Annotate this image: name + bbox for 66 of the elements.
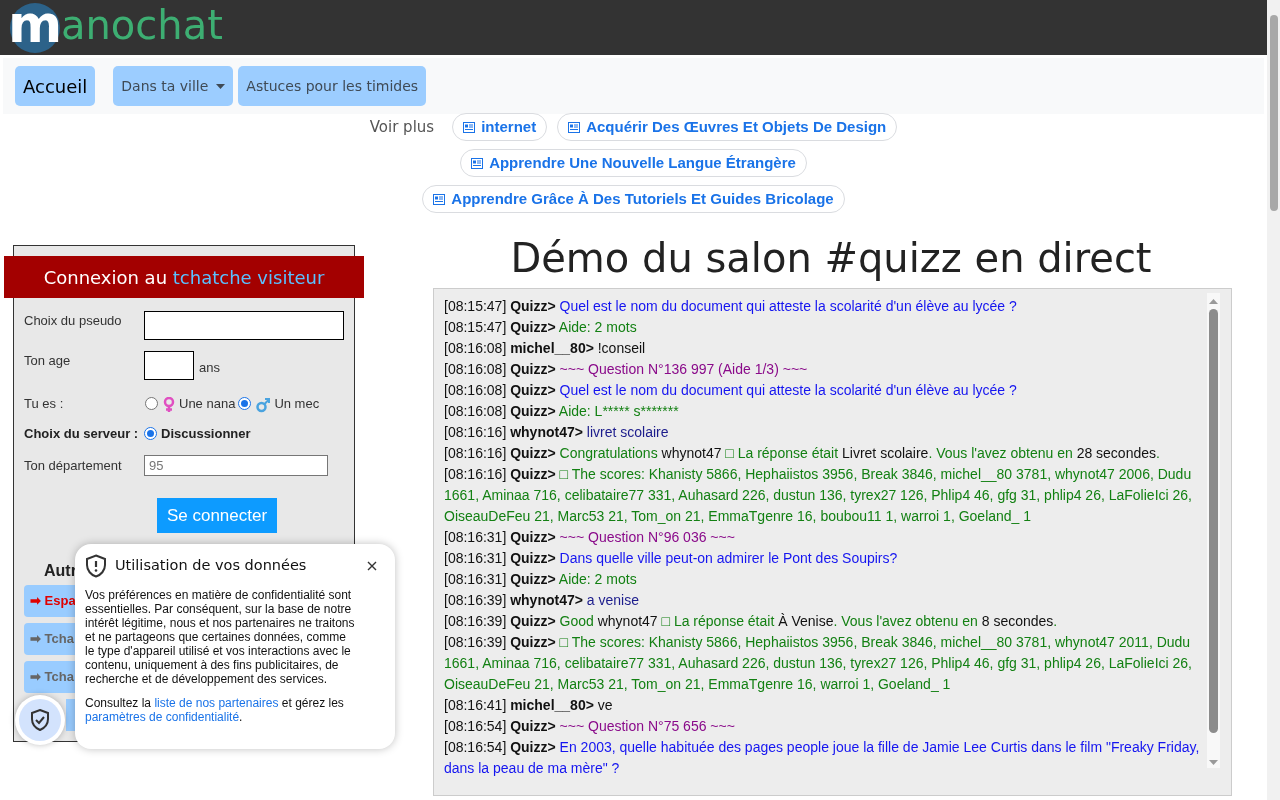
chat-message: [08:16:31] Quizz> Aide: 2 mots <box>444 570 638 589</box>
radio-label: Discussionner <box>161 424 251 443</box>
link-button[interactable]: ➡ Tcha <box>24 661 75 693</box>
chat-message: [08:16:39] whynot47> a venise <box>444 591 640 610</box>
chat-message: [08:16:39] Quizz> □ The scores: Khanisty 5866, Hephaiistos 3956, Break 3846, michel__80 3781, whynot47 2011, Dudu 1661, Aminaa 716, celibataire77 331, Auhasard 226, dustun 136, tyrex27 126, Phlip4 46, gfg 31, phlip4 26, LaFolieIci 26, OiseauDeFeu 21, Marc53 21, Tom_on 21, EmmaTgenre 16, warroi 1, Goeland_ 1 <box>444 633 1193 694</box>
newspaper-icon <box>433 193 446 205</box>
nav-item[interactable]: Dans ta ville <box>113 66 234 106</box>
topic-chip[interactable]: Apprendre Une Nouvelle Langue Étrangère <box>460 149 807 177</box>
chat-message: [08:16:08] Quizz> ~~~ Question N°136 997 (Aide 1/3) ~~~ <box>444 360 809 379</box>
chat-message: [08:16:31] Quizz> ~~~ Question N°96 036 ~~~ <box>444 528 736 547</box>
chat-message: [08:16:54] Quizz> En 2003, quelle habituée des pages people joue la fille de Jamie Lee Curtis dans le film "Freaky Friday, dans la peau de ma mère" ? <box>444 738 1200 778</box>
connect-button[interactable]: Se connecter <box>156 498 278 533</box>
chat-message: [08:16:16] whynot47> livret scolaire <box>444 423 670 442</box>
link-button[interactable]: ➡ Espa <box>24 585 75 617</box>
scroll-down-icon[interactable] <box>1209 758 1218 766</box>
pseudo-input[interactable] <box>144 311 344 340</box>
newspaper-icon <box>463 121 476 133</box>
page-title: Démo du salon #quizz en direct <box>510 235 1152 281</box>
nav-item[interactable]: Astuces pour les timides <box>238 66 427 106</box>
chat-message: [08:16:16] Quizz> □ The scores: Khanisty 5866, Hephaiistos 3956, Break 3846, michel__80 3781, whynot47 2006, Dudu 1661, Aminaa 716, celibataire77 331, Auhasard 226, dustun 136, tyrex27 126, Phlip4 46, gfg 31, phlip4 26, LaFolieIci 26, OiseauDeFeu 21, Marc53 21, Tom_on 21, EmmaTgenre 16, boubou11 1, warroi 1, Goeland_ 1 <box>444 465 1193 526</box>
shield-check-icon <box>30 709 50 731</box>
chat-message: [08:16:08] michel__80> !conseil <box>444 339 647 358</box>
female-symbol-icon <box>163 396 175 413</box>
chat-message: [08:15:47] Quizz> Quel est le nom du document qui atteste la scolarité d'un élève au lycée ? <box>444 297 1018 316</box>
newspaper-icon <box>471 157 484 169</box>
link-button[interactable]: ➡ Tcha <box>24 623 75 655</box>
chat-message: [08:16:08] Quizz> Aide: L***** s******* <box>444 402 680 421</box>
close-button[interactable] <box>365 559 379 573</box>
chat-message: [08:16:54] Quizz> ~~~ Question N°75 656 ~~~ <box>444 717 736 736</box>
chat-message: [08:16:41] michel__80> ve <box>444 696 614 715</box>
close-icon <box>367 561 377 571</box>
chat-message: [08:16:08] Quizz> Quel est le nom du document qui atteste la scolarité d'un élève au lycée ? <box>444 381 1018 400</box>
chat-message: [08:16:39] Quizz> Good whynot47 □ La réponse était À Venise. Vous l'avez obtenu en 8 secondes. <box>444 612 1059 631</box>
field-label: Choix du serveur : <box>24 424 140 443</box>
page-scrollbar[interactable] <box>1267 0 1280 800</box>
topic-chip[interactable]: internet <box>452 113 548 141</box>
shield-alert-icon <box>85 554 107 578</box>
section-heading: Autr <box>44 561 74 581</box>
page-scroll-thumb[interactable] <box>1269 15 1278 211</box>
scrollbar[interactable] <box>1207 293 1220 768</box>
nav-item[interactable]: Accueil <box>15 66 96 106</box>
partners-link[interactable]: liste de nos partenaires <box>154 696 279 710</box>
see-more-label: Voir plus <box>369 117 435 138</box>
field-label: Ton département <box>24 456 123 475</box>
login-title: Connexion au tchatche visiteur <box>43 265 325 290</box>
chat-message: [08:16:16] Quizz> Congratulations whynot47 □ La réponse était Livret scolaire. Vous l'avez obtenu en 28 secondes. <box>444 444 1161 463</box>
chat-message: [08:15:47] Quizz> Aide: 2 mots <box>444 318 638 337</box>
radio-label: Un mec <box>274 395 320 413</box>
chat-message: [08:16:31] Quizz> Dans quelle ville peut-on admirer le Pont des Soupirs? <box>444 549 899 568</box>
popup-text: Vos préférences en matière de confidentialité sont essentielles. Par conséquent, sur la base de notre intérêt légitime, nous et nos partenaires ne traitons et ne partageons que certaines données, comme le type d'appareil utilisé et vos interactions avec le contenu, uniquement à des fins publicitaires, de recherche et de développement des services. <box>85 588 356 686</box>
unit-label: ans <box>199 359 220 378</box>
department-input[interactable]: 95 <box>144 455 328 476</box>
field-label: Choix du pseudo <box>24 312 123 330</box>
field-label: Ton age <box>24 352 72 370</box>
topic-chip[interactable]: Apprendre Grâce À Des Tutoriels Et Guides Bricolage <box>422 185 845 213</box>
logo[interactable]: manochat <box>10 2 223 53</box>
topic-chip[interactable]: Acquérir Des Œuvres Et Objets De Design <box>557 113 898 141</box>
male-symbol-icon <box>256 396 271 413</box>
scroll-thumb[interactable] <box>1209 309 1218 733</box>
popup-title: Utilisation de vos données <box>115 556 307 576</box>
radio-label: Une nana <box>179 395 236 413</box>
age-input[interactable] <box>144 351 194 380</box>
field-label: Tu es : <box>24 395 65 413</box>
scroll-up-icon[interactable] <box>1209 298 1218 306</box>
popup-text: Consultez la liste de nos partenaires et gérez les paramètres de confidentialité. <box>85 696 345 724</box>
newspaper-icon <box>568 121 581 133</box>
